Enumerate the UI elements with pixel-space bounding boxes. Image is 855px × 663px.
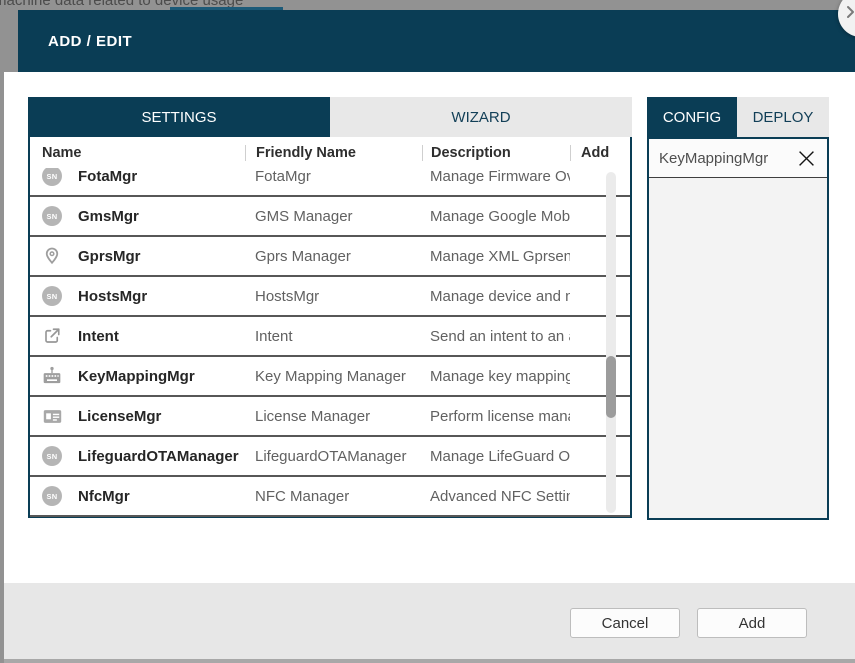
column-header-name: Name <box>42 144 82 161</box>
selected-item-label: KeyMappingMgr <box>659 149 769 167</box>
tab-wizard[interactable]: WIZARD <box>330 97 632 137</box>
sn-badge-icon: SN <box>42 286 62 306</box>
row-friendly-name: HostsMgr <box>255 287 320 305</box>
column-header-description: Description <box>422 144 570 161</box>
dialog-footer: Cancel Add <box>4 583 855 659</box>
table-row: Intent Intent Send an intent to an a <box>30 317 630 357</box>
table-row: LicenseMgr License Manager Perform licen… <box>30 397 630 437</box>
table-row-clipped: SN FotaMgr FotaMgr Manage Firmware Ov <box>30 168 630 197</box>
table-row: KeyMappingMgr Key Mapping Manager Manage… <box>30 357 630 397</box>
row-name: GmsMgr <box>78 207 139 225</box>
row-friendly-name: Intent <box>255 327 293 345</box>
sn-badge-icon: SN <box>42 486 62 506</box>
row-friendly-name: LifeguardOTAManager <box>255 447 407 465</box>
table-row: SN NfcMgr NFC Manager Advanced NFC Setti… <box>30 477 630 517</box>
row-friendly-name: GMS Manager <box>255 207 353 225</box>
tab-config[interactable]: CONFIG <box>647 97 737 137</box>
row-name: NfcMgr <box>78 487 130 505</box>
tab-deploy[interactable]: DEPLOY <box>737 97 829 137</box>
table-body: SN FotaMgr FotaMgr Manage Firmware Ov SN… <box>30 168 630 517</box>
row-description: Perform license mana <box>430 407 570 425</box>
row-description: Manage Firmware Ov <box>430 168 570 185</box>
add-button[interactable]: Add <box>697 608 807 638</box>
tab-settings[interactable]: SETTINGS <box>28 97 330 137</box>
row-name: HostsMgr <box>78 287 148 305</box>
row-description: Manage Google Mobi <box>430 207 570 225</box>
row-description: Manage key mapping <box>430 367 570 385</box>
location-pin-icon <box>42 246 62 266</box>
row-name: LifeguardOTAManager <box>78 447 239 465</box>
dialog-body: SETTINGS WIZARD Name Friendly Name Descr… <box>4 72 855 583</box>
keyboard-icon <box>42 366 62 386</box>
row-name: GprsMgr <box>78 247 141 265</box>
row-friendly-name: NFC Manager <box>255 487 350 505</box>
settings-table: Name Friendly Name Description Add SN Fo… <box>28 137 632 518</box>
row-friendly-name: Gprs Manager <box>255 247 351 265</box>
row-description: Manage device and ne <box>430 287 570 305</box>
sn-badge-icon: SN <box>42 206 62 226</box>
cancel-button[interactable]: Cancel <box>570 608 680 638</box>
window-bottom-edge <box>4 659 855 663</box>
table-row: SN LifeguardOTAManager LifeguardOTAManag… <box>30 437 630 477</box>
dialog-title: ADD / EDIT <box>48 32 133 50</box>
table-header-row: Name Friendly Name Description Add <box>30 137 630 168</box>
row-description: Manage XML Gprsenc <box>430 247 570 265</box>
row-friendly-name: Key Mapping Manager <box>255 367 406 385</box>
table-row: SN GmsMgr GMS Manager Manage Google Mobi <box>30 197 630 237</box>
sn-badge-icon: SN <box>42 168 62 186</box>
row-name: Intent <box>78 327 119 345</box>
table-row: SN HostsMgr HostsMgr Manage device and n… <box>30 277 630 317</box>
main-tab-bar: SETTINGS WIZARD <box>28 97 632 137</box>
close-x-icon <box>798 150 814 166</box>
selected-item-row: KeyMappingMgr <box>649 139 827 178</box>
row-name: FotaMgr <box>78 168 138 185</box>
row-friendly-name: License Manager <box>255 407 371 425</box>
dialog-header: ADD / EDIT <box>18 10 855 72</box>
remove-item-button[interactable] <box>797 149 815 167</box>
screen: machine data related to device usage ADD… <box>0 0 855 663</box>
row-description: Manage LifeGuard Ov <box>430 447 570 465</box>
row-name: KeyMappingMgr <box>78 367 195 385</box>
row-description: Send an intent to an a <box>430 327 570 345</box>
table-row: SN FotaMgr FotaMgr Manage Firmware Ov <box>30 168 630 197</box>
share-intent-icon <box>42 326 62 346</box>
row-friendly-name: FotaMgr <box>255 168 311 185</box>
row-name: LicenseMgr <box>78 407 162 425</box>
sn-badge-icon: SN <box>42 446 62 466</box>
table-row: GprsMgr Gprs Manager Manage XML Gprsenc <box>30 237 630 277</box>
scrollbar-thumb[interactable] <box>606 356 616 418</box>
column-header-add: Add <box>570 144 622 161</box>
chevron-right-icon <box>847 6 854 18</box>
id-card-icon <box>42 406 62 426</box>
table-scrollbar[interactable] <box>606 172 616 513</box>
config-panel: KeyMappingMgr <box>647 137 829 520</box>
column-header-friendly-name: Friendly Name <box>245 144 422 161</box>
row-description: Advanced NFC Setting <box>430 487 570 505</box>
side-tab-bar: CONFIG DEPLOY <box>647 97 829 137</box>
